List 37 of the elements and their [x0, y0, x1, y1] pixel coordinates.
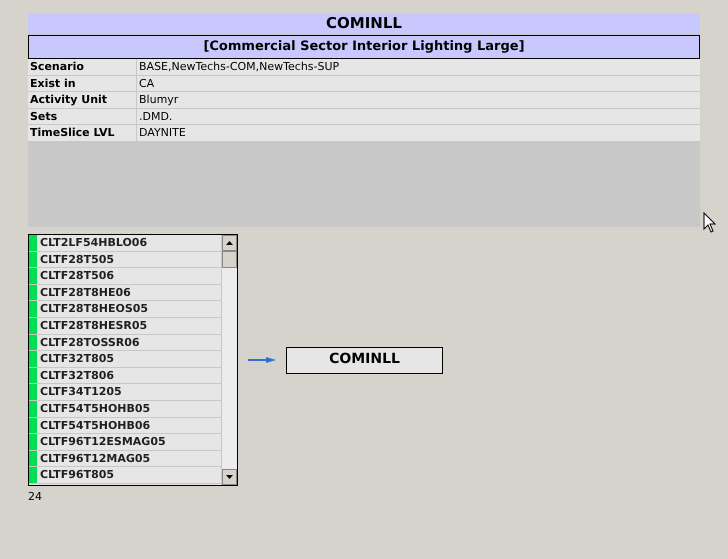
- property-label: Sets: [28, 108, 137, 124]
- scroll-up-button[interactable]: [222, 235, 237, 251]
- list-item[interactable]: CLTF28T505: [29, 252, 221, 268]
- list-item[interactable]: CLTF96T12MAG05: [29, 450, 221, 468]
- up-arrow-icon: [226, 241, 233, 245]
- property-label: Activity Unit: [28, 92, 137, 108]
- property-label: TimeSlice LVL: [28, 125, 137, 140]
- property-label: Exist in: [28, 76, 137, 91]
- property-value: Blumyr: [138, 92, 178, 108]
- list-item[interactable]: CLTF34T1205: [29, 384, 221, 401]
- scroll-down-button[interactable]: [222, 469, 237, 485]
- list-item[interactable]: CLTF96T12ESMAG05: [29, 434, 221, 451]
- list-item[interactable]: CLTF28T506: [29, 268, 221, 285]
- down-arrow-icon: [226, 475, 233, 479]
- property-value: DAYNITE: [138, 125, 186, 140]
- property-label: Scenario: [28, 59, 137, 74]
- property-value: CA: [138, 76, 154, 91]
- mouse-cursor-icon: [703, 212, 717, 234]
- item-count: 24: [28, 489, 43, 505]
- scroll-thumb[interactable]: [222, 251, 237, 268]
- target-box: COMINLL: [286, 346, 443, 374]
- scrollbar[interactable]: [221, 235, 237, 485]
- list-item[interactable]: CLTF54T5HOHB06: [29, 418, 221, 434]
- right-arrow-icon: [248, 357, 276, 363]
- list-item[interactable]: CLTF32T805: [29, 351, 221, 368]
- list-item[interactable]: CLT2LF54HBLO06: [29, 235, 221, 252]
- list-item[interactable]: CLTF96T805: [29, 467, 221, 484]
- property-value: .DMD.: [138, 108, 172, 124]
- list-item[interactable]: CLTF28T8HEOS05: [29, 301, 221, 318]
- list-item[interactable]: CLTF54T5HOHB05: [29, 400, 221, 418]
- list-item[interactable]: CLTF28T8HESR05: [29, 318, 221, 335]
- list-item[interactable]: CLTF28T8HE06: [29, 284, 221, 302]
- subtitle: [Commercial Sector Interior Lighting Large]: [28, 35, 700, 59]
- list-item[interactable]: CLTF32T806: [29, 368, 221, 384]
- property-value: BASE,NewTechs-COM,NewTechs-SUP: [138, 59, 340, 74]
- list-item[interactable]: CLTF28TOSSR06: [29, 334, 221, 352]
- window-title: COMINLL: [28, 13, 700, 34]
